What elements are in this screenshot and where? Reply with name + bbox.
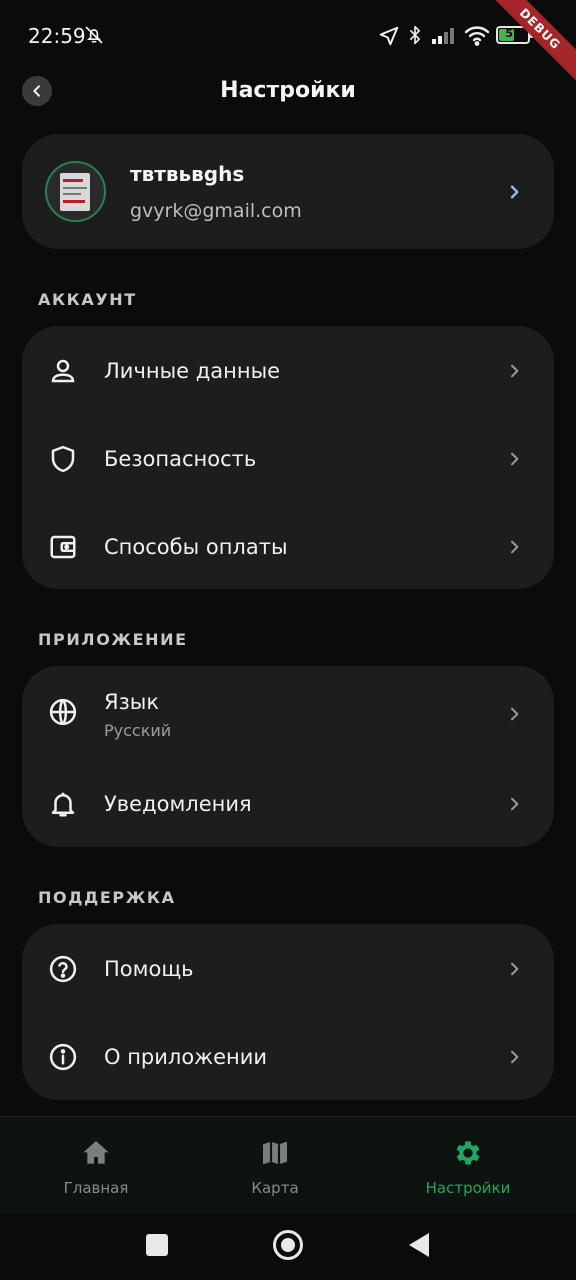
account-card: Личные данные Безопасность Способы оплат… bbox=[22, 326, 554, 589]
nav-label: Настройки bbox=[425, 1179, 511, 1197]
settings-item-label: О приложении bbox=[104, 1045, 268, 1069]
settings-item-label: Помощь bbox=[104, 957, 194, 981]
status-bar: 22:59 52 DEBUG bbox=[0, 0, 576, 87]
person-icon bbox=[48, 356, 78, 386]
settings-item-label: Личные данные bbox=[104, 359, 281, 383]
chevron-right-icon bbox=[506, 961, 522, 977]
settings-item-help[interactable]: Помощь bbox=[22, 925, 554, 1013]
chevron-right-icon bbox=[506, 363, 522, 379]
page-title: Настройки bbox=[220, 78, 356, 103]
profile-card[interactable]: твтвьвghs gvyrk@gmail.com bbox=[22, 134, 554, 249]
help-circle-icon bbox=[48, 954, 78, 984]
chevron-right-icon bbox=[506, 706, 522, 722]
status-time: 22:59 bbox=[28, 24, 86, 48]
location-arrow-icon bbox=[378, 25, 400, 51]
map-icon bbox=[259, 1137, 291, 1169]
nav-label: Главная bbox=[63, 1179, 129, 1197]
system-nav-bar bbox=[0, 1214, 576, 1280]
profile-name: твтвьвghs bbox=[130, 162, 245, 186]
settings-item-label: Уведомления bbox=[104, 792, 252, 816]
section-label-support: ПОДДЕРЖКА bbox=[38, 888, 176, 907]
recents-button[interactable] bbox=[146, 1234, 168, 1256]
wallet-icon bbox=[48, 532, 78, 562]
settings-item-label: Безопасность bbox=[104, 447, 257, 471]
chevron-right-icon bbox=[506, 796, 522, 812]
section-label-app: ПРИЛОЖЕНИЕ bbox=[38, 630, 188, 649]
avatar[interactable] bbox=[45, 161, 106, 222]
signal-icon bbox=[432, 26, 460, 48]
section-label-account: АККАУНТ bbox=[38, 290, 137, 309]
globe-icon bbox=[48, 697, 78, 727]
chevron-right-icon bbox=[506, 184, 522, 200]
avatar-image bbox=[60, 173, 90, 211]
profile-email: gvyrk@gmail.com bbox=[130, 200, 302, 222]
shield-icon bbox=[48, 444, 78, 474]
chevron-right-icon bbox=[506, 539, 522, 555]
home-icon bbox=[80, 1137, 112, 1169]
bluetooth-icon bbox=[405, 24, 425, 50]
nav-item-map[interactable]: Карта bbox=[179, 1117, 371, 1215]
wifi-icon bbox=[464, 24, 490, 50]
nav-item-home[interactable]: Главная bbox=[0, 1117, 192, 1215]
chevron-right-icon bbox=[506, 451, 522, 467]
bell-off-icon bbox=[84, 25, 104, 49]
back-nav-button[interactable] bbox=[408, 1232, 430, 1262]
nav-item-settings[interactable]: Настройки bbox=[372, 1117, 564, 1215]
bell-icon bbox=[48, 789, 78, 819]
settings-item-payment-methods[interactable]: Способы оплаты bbox=[22, 503, 554, 591]
settings-item-label: Способы оплаты bbox=[104, 535, 288, 559]
info-icon bbox=[48, 1042, 78, 1072]
support-card: Помощь О приложении bbox=[22, 924, 554, 1100]
bottom-nav: Главная Карта Настройки bbox=[0, 1116, 576, 1214]
settings-item-personal-data[interactable]: Личные данные bbox=[22, 327, 554, 415]
settings-item-security[interactable]: Безопасность bbox=[22, 415, 554, 503]
settings-item-notifications[interactable]: Уведомления bbox=[22, 760, 554, 848]
settings-item-language[interactable]: Язык Русский bbox=[22, 668, 554, 760]
settings-item-about[interactable]: О приложении bbox=[22, 1013, 554, 1101]
chevron-right-icon bbox=[506, 1049, 522, 1065]
gear-icon bbox=[452, 1137, 484, 1169]
home-button[interactable] bbox=[273, 1230, 303, 1260]
app-card: Язык Русский Уведомления bbox=[22, 666, 554, 847]
nav-label: Карта bbox=[251, 1179, 299, 1197]
settings-item-sublabel: Русский bbox=[104, 721, 172, 740]
settings-item-label: Язык bbox=[104, 690, 160, 714]
